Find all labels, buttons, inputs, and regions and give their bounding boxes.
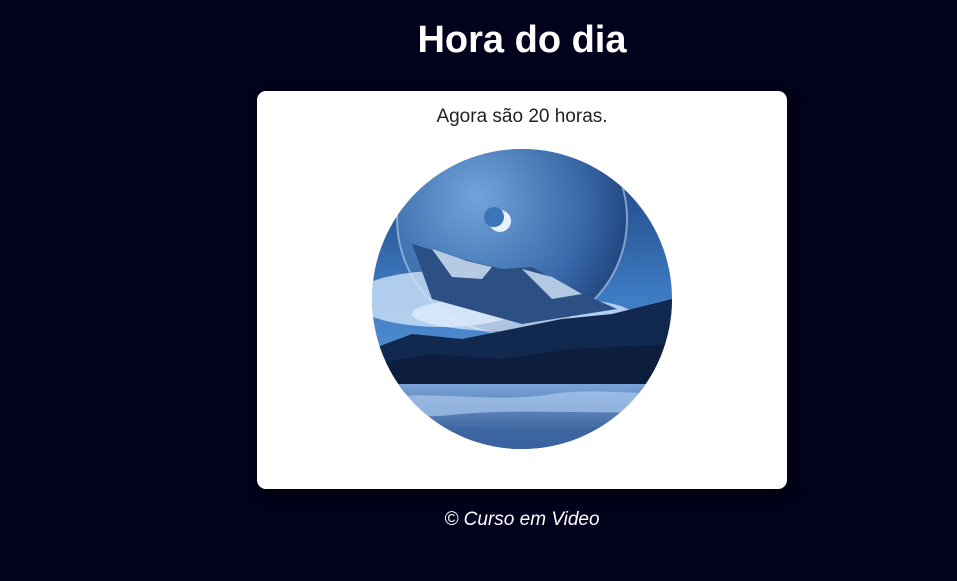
page-title: Hora do dia bbox=[417, 19, 627, 61]
footer-copyright: © Curso em Video bbox=[444, 509, 600, 530]
time-card: Agora são 20 horas. bbox=[257, 91, 787, 489]
night-landscape-image bbox=[372, 149, 672, 449]
time-message: Agora são 20 horas. bbox=[436, 106, 608, 127]
